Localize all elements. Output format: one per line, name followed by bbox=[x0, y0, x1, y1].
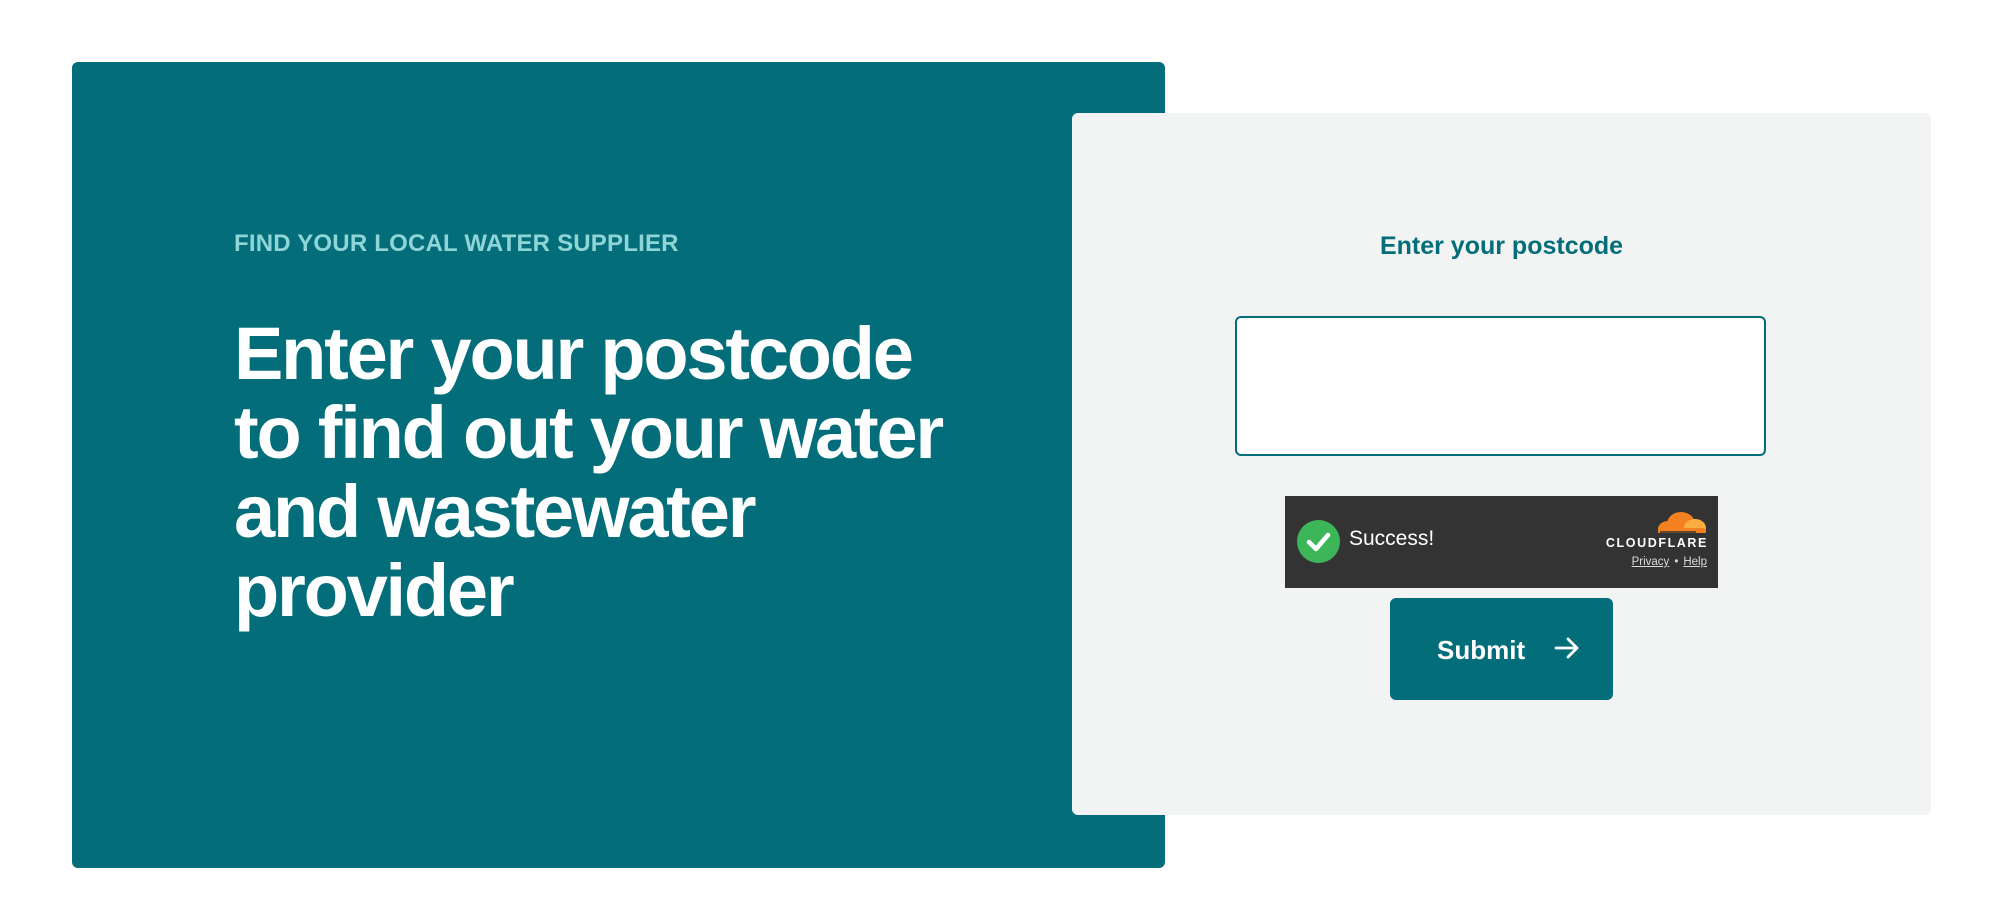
hero-panel: FIND YOUR LOCAL WATER SUPPLIER Enter you… bbox=[72, 62, 1165, 868]
captcha-links: Privacy • Help bbox=[1632, 556, 1707, 568]
submit-label: Submit bbox=[1437, 635, 1526, 665]
submit-button[interactable]: Submit bbox=[1390, 598, 1613, 700]
cloudflare-turnstile-widget: Success! CLOUDFLARE Privacy • Help bbox=[1285, 496, 1718, 588]
hero-headline: Enter your postcode to find out your wat… bbox=[234, 312, 944, 632]
postcode-input[interactable] bbox=[1235, 316, 1766, 456]
privacy-link[interactable]: Privacy bbox=[1632, 556, 1670, 568]
postcode-form-card: Enter your postcode Success! CLOUDFLARE … bbox=[1072, 113, 1931, 815]
captcha-status-text: Success! bbox=[1349, 527, 1435, 550]
help-link[interactable]: Help bbox=[1683, 556, 1707, 568]
eyebrow-heading: FIND YOUR LOCAL WATER SUPPLIER bbox=[234, 230, 679, 257]
link-separator: • bbox=[1674, 556, 1679, 568]
page: FIND YOUR LOCAL WATER SUPPLIER Enter you… bbox=[0, 0, 2000, 913]
cloudflare-wordmark: CLOUDFLARE bbox=[1605, 536, 1708, 550]
success-checkmark-icon bbox=[1297, 520, 1340, 563]
arrow-right-icon bbox=[1554, 637, 1579, 659]
postcode-label: Enter your postcode bbox=[1379, 232, 1624, 260]
